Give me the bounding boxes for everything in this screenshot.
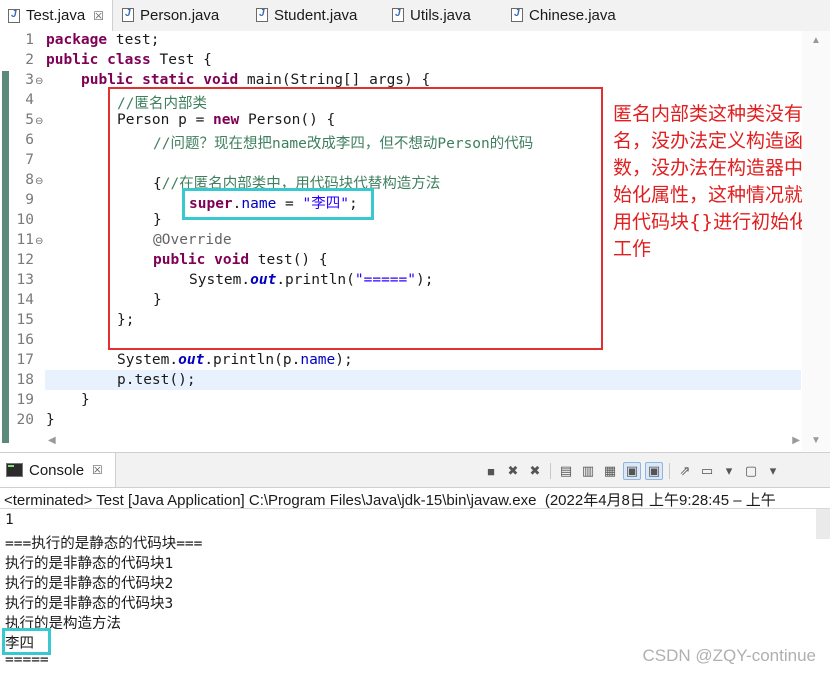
display-console-icon[interactable]: ▭ [698,462,716,480]
scroll-down-icon[interactable]: ▼ [811,435,821,446]
line-number: 15 [16,312,34,328]
line-number: 13 [16,272,34,288]
line-number: 4 [25,92,34,108]
console-output[interactable]: 1 ===执行的是静态的代码块=== 执行的是非静态的代码块1 执行的是非静态的… [0,508,830,676]
scroll-left-icon[interactable]: ◀ [48,435,56,446]
open-console-icon[interactable]: ▢ [742,462,760,480]
toolbar-divider [550,463,551,479]
editor-tab-bar: Test.java ☒ Person.java Student.java Uti… [0,0,830,32]
fold-collapse-icon[interactable]: ⊖ [35,236,43,247]
code-editor[interactable]: 1 2 3 4 5 6 7 8 9 10 11 12 13 14 15 16 1… [0,31,830,452]
console-status: <terminated> Test [Java Application] C:\… [4,492,776,509]
line-number: 11 [16,232,34,248]
tab-label: Student.java [274,6,358,24]
code-line-19: } [81,392,90,408]
dropdown-arrow-icon[interactable]: ▾ [764,462,782,480]
remove-all-icon[interactable]: ✖ [526,462,544,480]
fold-collapse-icon[interactable]: ⊖ [35,76,43,87]
watermark: CSDN @ZQY-continue [642,646,816,665]
show-on-stderr-icon[interactable]: ▣ [645,462,663,480]
show-on-stdout-icon[interactable]: ▣ [623,462,641,480]
vertical-scrollbar[interactable]: ▲ ▼ [802,31,830,451]
java-file-icon [256,8,268,22]
console-tab-label: Console [29,461,85,479]
output-line: 执行的是非静态的代码块2 [5,576,174,592]
highlight-box-cyan [2,628,51,655]
line-number: 6 [25,132,34,148]
code-line-3: public static void main(String[] args) { [81,72,431,88]
dropdown-arrow-icon[interactable]: ▾ [720,462,738,480]
code-line-18: p.test(); [117,372,196,388]
output-line: 执行的是非静态的代码块3 [5,596,174,612]
line-number: 7 [25,152,34,168]
code-line-1: package test; [46,32,160,48]
code-line-17: System.out.println(p.name); [117,352,353,368]
java-file-icon [8,8,20,23]
tab-person-java[interactable]: Person.java [114,0,219,30]
tab-student-java[interactable]: Student.java [248,0,357,30]
scroll-up-icon[interactable]: ▲ [811,35,821,46]
line-number: 2 [25,52,34,68]
line-number: 17 [16,352,34,368]
scroll-lock-icon[interactable]: ▥ [579,462,597,480]
line-number: 5 [25,112,34,128]
java-file-icon [511,8,523,22]
fold-collapse-icon[interactable]: ⊖ [35,176,43,187]
remove-launch-icon[interactable]: ✖ [504,462,522,480]
console-header: Console ☒ ■ ✖ ✖ ▤ ▥ ▦ ▣ ▣ ⇗ ▭ ▾ ▢ ▾ [0,452,830,488]
close-icon[interactable]: ☒ [92,463,103,477]
clear-console-icon[interactable]: ▤ [557,462,575,480]
line-number: 9 [25,192,34,208]
toolbar-divider [669,463,670,479]
tab-console[interactable]: Console ☒ [0,453,116,487]
word-wrap-icon[interactable]: ▦ [601,462,619,480]
line-number: 20 [16,412,34,428]
code-line-2: public class Test { [46,52,212,68]
annotation-note: 匿名内部类这种类没有类名，没办法定义构造函数，没办法在构造器中初始化属性，这种情… [613,103,823,260]
fold-collapse-icon[interactable]: ⊖ [35,116,43,127]
close-icon[interactable]: ☒ [93,9,104,23]
console-scrollbar[interactable] [816,509,830,539]
console-toolbar: ■ ✖ ✖ ▤ ▥ ▦ ▣ ▣ ⇗ ▭ ▾ ▢ ▾ [482,461,782,481]
java-file-icon [122,8,134,22]
output-line: 执行的是非静态的代码块1 [5,556,174,572]
line-number: 12 [16,252,34,268]
console-icon [6,463,23,477]
line-number: 14 [16,292,34,308]
highlight-box-cyan [182,188,374,220]
tab-chinese-java[interactable]: Chinese.java [503,0,616,30]
tab-label: Test.java [26,7,86,24]
output-line: ===执行的是静态的代码块=== [5,536,203,552]
line-number: 10 [16,212,34,228]
scroll-right-icon[interactable]: ▶ [792,435,800,446]
pin-console-icon[interactable]: ⇗ [676,462,694,480]
change-ruler [2,71,9,443]
tab-label: Utils.java [410,6,471,24]
tab-utils-java[interactable]: Utils.java [384,0,471,30]
java-file-icon [392,8,404,22]
output-line: 1 [5,512,14,528]
code-line-20: } [46,412,55,428]
tab-label: Person.java [140,6,220,24]
line-number: 19 [16,392,34,408]
line-number: 1 [25,32,34,48]
line-number: 16 [16,332,34,348]
tab-label: Chinese.java [529,6,616,24]
line-number: 8 [25,172,34,188]
horizontal-scrollbar[interactable]: ◀ ▶ [46,435,802,451]
terminate-icon[interactable]: ■ [482,462,500,480]
tab-test-java[interactable]: Test.java ☒ [0,0,113,31]
line-number: 3 [25,72,34,88]
line-number: 18 [16,372,34,388]
